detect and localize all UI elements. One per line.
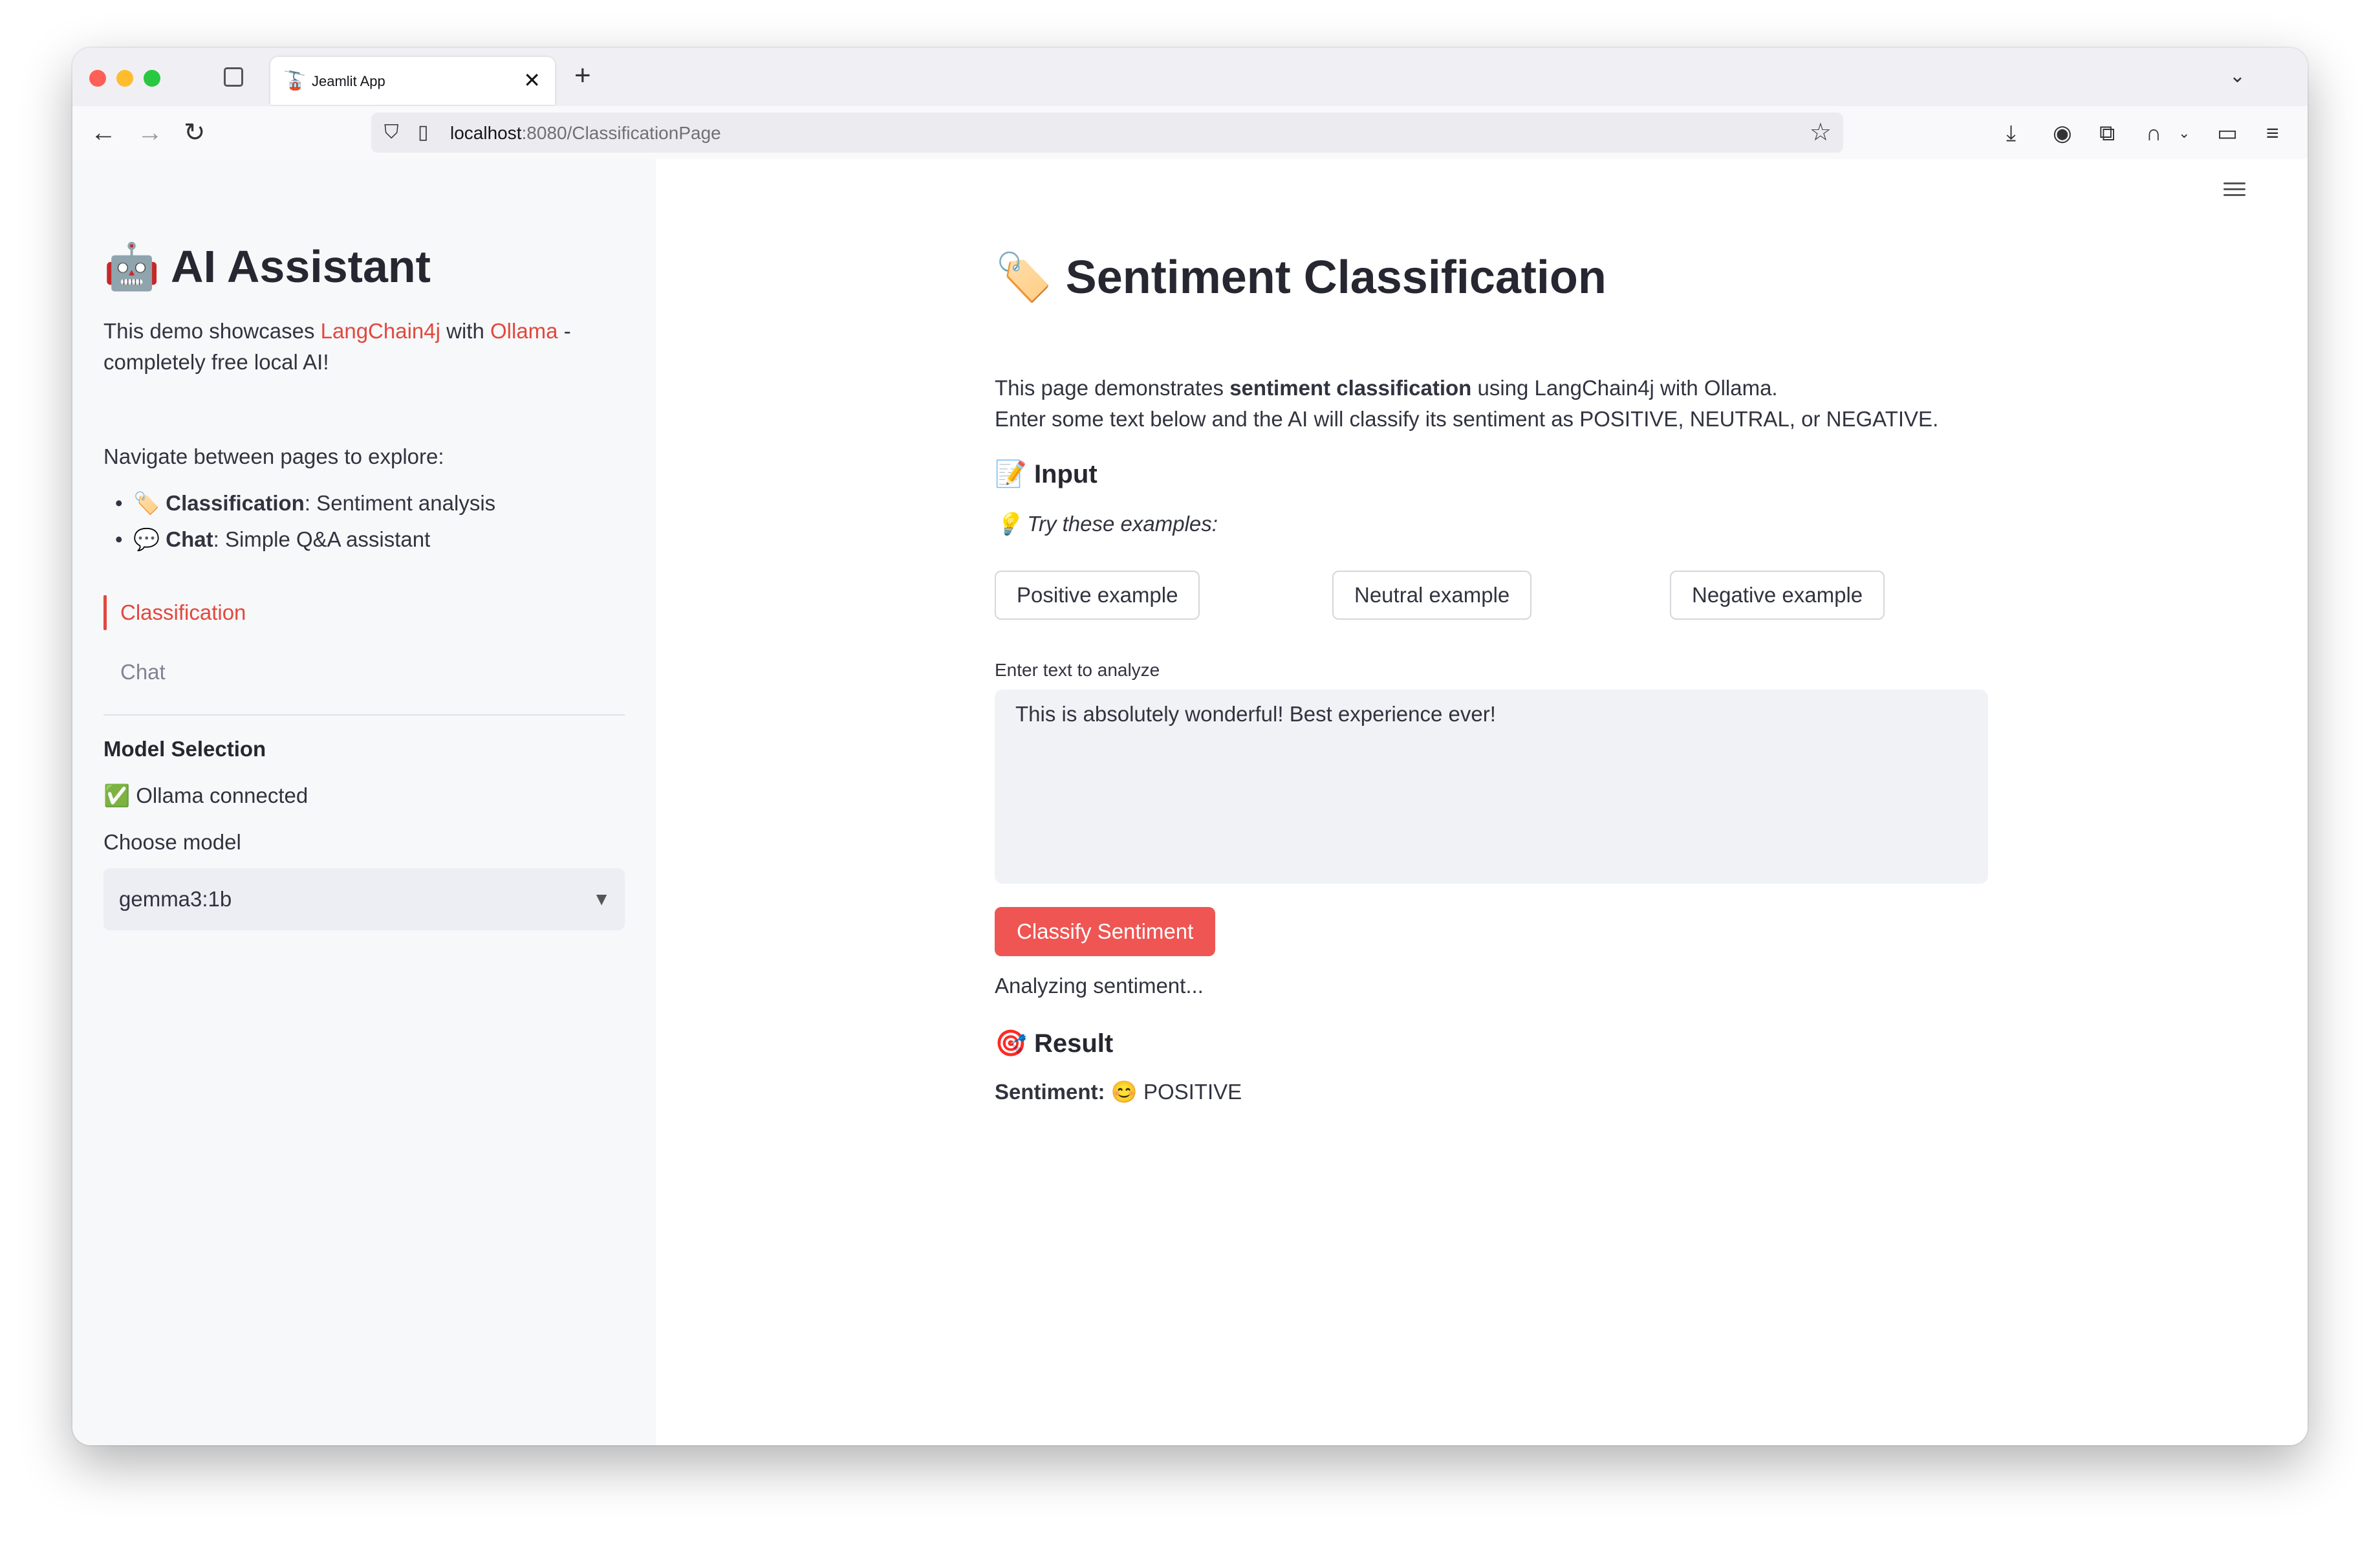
choose-model-label: Choose model [103,830,241,854]
sidebar-item-classification[interactable]: Classification [103,595,246,630]
tab-title: Jeamlit App [312,73,385,89]
sidebar: 🤖 AI Assistant This demo showcases LangC… [72,159,656,1445]
address-bar[interactable]: ⛉ ▯ localhost:8080/ClassificationPage ☆ [371,113,1843,153]
input-heading-text: Input [1033,460,1098,488]
back-arrow-icon[interactable]: ← [91,118,116,148]
examples-hint: 💡 Try these examples: [995,508,1218,540]
langchain4j-link[interactable]: LangChain4j [321,319,440,343]
tab-bar: 🚡 Jeamlit App ✕ + ⌄ [72,48,2308,107]
caret-down-icon: ▼ [592,889,611,909]
model-selection-heading: Model Selection [103,737,266,761]
tag-icon: 🏷️ [995,252,1053,303]
menu-icon[interactable] [2223,182,2245,197]
examples-hint-text: Try these examples: [1027,512,1218,536]
list-item: 💬 Chat: Simple Q&A assistant [103,521,495,558]
list-item-text: : Sentiment analysis [304,491,496,515]
forward-arrow-icon[interactable]: → [137,118,163,148]
tab-overview-icon[interactable] [224,67,243,87]
list-item-text: : Simple Q&A assistant [213,527,431,551]
url-host: localhost [450,123,522,143]
app-content: 🤖 AI Assistant This demo showcases LangC… [72,159,2308,1445]
list-item-bold: Classification [166,491,305,515]
sentiment-value: POSITIVE [1143,1080,1242,1104]
text-input-label: Enter text to analyze [995,660,1160,680]
positive-example-button[interactable]: Positive example [995,571,1200,620]
list-tabs-chevron-icon[interactable]: ⌄ [2229,65,2245,88]
reload-icon[interactable]: ↻ [184,118,206,148]
navigation-toolbar: ← → ↻ ⛉ ▯ localhost:8080/ClassificationP… [72,106,2308,160]
download-icon[interactable]: ⤓ [2006,120,2016,146]
main-panel: 🏷️ Sentiment Classification This page de… [656,159,2308,1445]
status-text: Ollama connected [136,783,308,807]
sidebar-title: 🤖 AI Assistant [103,239,431,294]
navigate-text: Navigate between pages to explore: [103,444,444,468]
sidebar-title-text: AI Assistant [171,241,431,292]
desc-suffix: using LangChain4j with Ollama. [1471,376,1778,400]
sidebar-divider [103,714,625,716]
headphones-icon[interactable]: ∩ [2146,120,2161,146]
tab-close-icon[interactable]: ✕ [523,69,541,92]
tag-icon: 🏷️ [133,491,160,515]
smile-icon: 😊 [1110,1080,1138,1104]
lightbulb-icon: 💡 [995,512,1022,536]
model-select-value: gemma3:1b [119,887,232,911]
browser-window: 🚡 Jeamlit App ✕ + ⌄ ← → ↻ ⛉ ▯ localhost:… [72,48,2308,1445]
reader-view-icon[interactable]: ▭ [2217,120,2238,146]
shield-icon[interactable]: ⛉ [384,120,399,145]
app-menu-icon[interactable]: ≡ [2266,120,2279,146]
memo-icon: 📝 [995,460,1027,488]
check-icon: ✅ [103,783,131,807]
headphones-chevron-icon[interactable]: ⌄ [2178,120,2190,146]
desc-bold: sentiment classification [1229,376,1472,400]
page-title-text: Sentiment Classification [1065,252,1606,303]
negative-example-button[interactable]: Negative example [1670,571,1885,620]
result-heading-text: Result [1033,1029,1114,1058]
sentiment-label: Sentiment: [995,1080,1105,1104]
tab-favicon-icon: 🚡 [283,71,306,91]
extensions-icon[interactable]: ⧉ [2099,120,2115,146]
intro-prefix: This demo showcases [103,319,321,343]
account-icon[interactable]: ◉ [2053,120,2072,146]
new-tab-button[interactable]: + [574,60,591,92]
page-info-icon[interactable]: ▯ [418,120,429,145]
speech-bubble-icon: 💬 [133,527,160,551]
desc-prefix: This page demonstrates [995,376,1230,400]
intro-mid: with [440,319,490,343]
list-item-bold: Chat [166,527,213,551]
page-description-1: This page demonstrates sentiment classif… [995,373,1778,404]
ollama-status: ✅ Ollama connected [103,780,308,811]
feature-list: 🏷️ Classification: Sentiment analysis 💬 … [103,485,495,558]
target-icon: 🎯 [995,1029,1027,1058]
result-heading: 🎯 Result [995,1026,1113,1061]
close-window-button[interactable] [89,70,106,87]
list-item: 🏷️ Classification: Sentiment analysis [103,485,495,521]
ollama-link[interactable]: Ollama [490,319,558,343]
page-title: 🏷️ Sentiment Classification [995,250,1606,305]
minimize-window-button[interactable] [116,70,133,87]
sidebar-item-chat[interactable]: Chat [103,656,166,688]
zoom-window-button[interactable] [144,70,160,87]
sidebar-intro: This demo showcases LangChain4j with Oll… [103,316,625,378]
text-input-area[interactable]: This is absolutely wonderful! Best exper… [995,690,1988,884]
url-text[interactable]: localhost:8080/ClassificationPage [450,122,721,144]
robot-icon: 🤖 [103,241,160,292]
analyzing-status: Analyzing sentiment... [995,974,1204,998]
browser-tab[interactable]: 🚡 Jeamlit App ✕ [270,57,555,105]
model-select[interactable]: gemma3:1b ▼ [103,868,625,930]
classify-sentiment-button[interactable]: Classify Sentiment [995,907,1216,956]
url-path: :8080/ClassificationPage [521,123,721,143]
page-description-2: Enter some text below and the AI will cl… [995,407,1939,431]
bookmark-star-icon[interactable]: ☆ [1810,119,1832,146]
input-heading: 📝 Input [995,457,1098,492]
neutral-example-button[interactable]: Neutral example [1332,571,1532,620]
sentiment-result: Sentiment: 😊 POSITIVE [995,1077,1242,1108]
